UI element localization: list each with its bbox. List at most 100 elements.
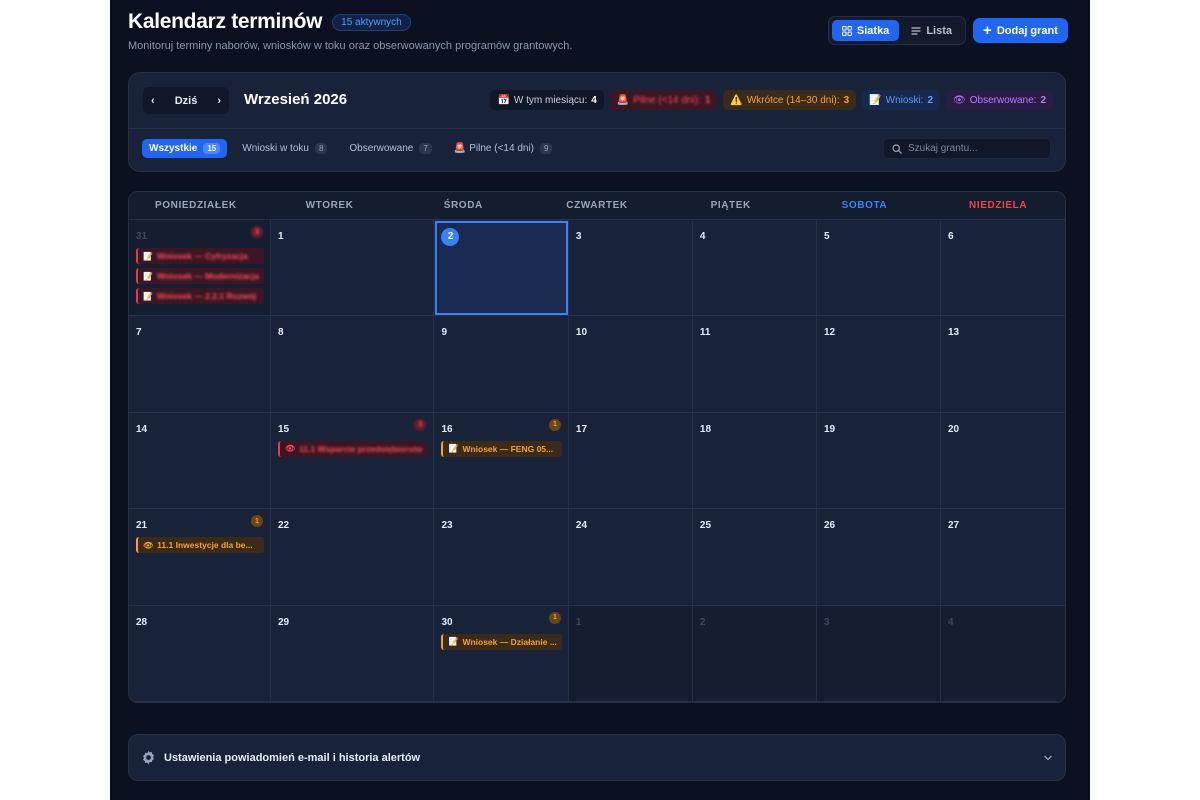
day-number: 12 (823, 327, 836, 339)
calendar-day-cell[interactable]: 15 1 👁 11.1 Wsparcie przedsiębiorstw (271, 412, 435, 510)
calendar-day-cell[interactable]: 1 (271, 220, 435, 317)
event-title: Wniosek — Modernizacja (156, 271, 259, 281)
stat-urgent: 🚨 Pilne (<14 dni): 1 (609, 90, 718, 110)
filter-urgent[interactable]: 🚨 Pilne (<14 dni) 9 (447, 139, 560, 158)
day-number: 18 (699, 423, 712, 435)
view-list-button[interactable]: Lista (901, 20, 962, 41)
calendar-day-cell[interactable]: 6 (940, 220, 1065, 317)
chevron-left-icon[interactable]: ‹ (151, 95, 155, 107)
day-number: 30 (441, 616, 453, 628)
calendar-day-cell[interactable]: 14 (129, 412, 271, 510)
calendar-day-cell[interactable]: 25 (692, 509, 817, 606)
calendar-day-cell[interactable]: 24 (568, 509, 693, 606)
day-number: 21 (136, 520, 148, 532)
day-number: 24 (575, 520, 588, 532)
day-number: 16 (441, 423, 453, 435)
calendar-icon: 📅 (497, 94, 510, 106)
calendar-event[interactable]: 📝 Wniosek — FENG 05... (441, 440, 562, 457)
chevron-right-icon[interactable]: › (217, 95, 221, 107)
filter-count: 15 (203, 143, 221, 154)
day-number: 17 (575, 423, 588, 435)
calendar-day-cell[interactable]: 28 (129, 605, 271, 702)
stat-this-month: 📅 W tym miesiącu: 4 (490, 90, 604, 110)
day-number: 1 (278, 231, 284, 242)
siren-icon: 🚨 (453, 143, 467, 154)
calendar-event[interactable]: 📝 Wniosek — 2.2.1 Rozwój (136, 288, 264, 304)
today-button[interactable]: Dziś (175, 95, 198, 107)
calendar-day-cell[interactable]: 18 (692, 412, 817, 510)
calendar-day-cell[interactable]: 4 (692, 220, 817, 317)
calendar-day-cell[interactable]: 13 (940, 316, 1065, 413)
event-count-badge: 1 (548, 611, 561, 624)
calendar-day-cell[interactable]: 1 (568, 605, 693, 702)
memo-icon: 📝 (448, 637, 459, 647)
calendar-day-cell[interactable]: 21 1 👁 11.1 Inwestycje dla be... (129, 509, 271, 606)
filter-count: 9 (540, 143, 553, 154)
page-header: Kalendarz terminów 15 aktywnych Monitoru… (128, 10, 1068, 58)
calendar-day-cell[interactable]: 3 (816, 605, 941, 702)
calendar-day-cell[interactable]: 4 (940, 605, 1065, 702)
search-input[interactable] (908, 143, 1038, 154)
day-number: 15 (278, 423, 290, 435)
calendar-event[interactable]: 📝 Wniosek — Modernizacja (136, 268, 264, 284)
filter-chips: Wszystkie 15 Wnioski w toku 8 Obserwowan… (142, 139, 559, 158)
calendar-day-cell[interactable]: 27 (940, 509, 1065, 606)
eye-icon: 👁 (143, 540, 154, 550)
add-grant-label: Dodaj grant (996, 24, 1058, 37)
event-count-badge: 1 (251, 515, 263, 528)
settings-label: Ustawienia powiadomień e-mail i historia… (164, 751, 421, 764)
calendar-day-cell[interactable]: 11 (692, 316, 817, 413)
event-count-badge: 3 (251, 226, 263, 238)
calendar-day-cell[interactable]: 22 (271, 509, 435, 606)
day-number: 1 (575, 616, 582, 628)
calendar-event[interactable]: 👁 11.1 Inwestycje dla be... (136, 537, 264, 554)
day-number: 27 (947, 520, 960, 532)
view-grid-button[interactable]: Siatka (831, 20, 900, 41)
day-number: 2 (699, 616, 706, 628)
weekday-wed: ŚRODA (443, 200, 483, 211)
day-events: 📝 Wniosek — Cyfryzacja 📝 Wniosek — Moderniz… (136, 248, 264, 304)
calendar-day-cell[interactable]: 20 (940, 413, 1065, 510)
memo-icon: 📝 (448, 444, 459, 454)
calendar-day-cell[interactable]: 26 (816, 509, 941, 606)
calendar-day-cell[interactable]: 31 3 📝 Wniosek — Cyfryzacja 📝 Wniosek — Moder… (129, 220, 271, 317)
calendar-day-cell[interactable]: 9 (434, 316, 569, 413)
day-number: 5 (823, 231, 830, 242)
month-navigation: ‹ Dziś › (143, 87, 229, 114)
calendar-day-cell[interactable]: 8 (271, 316, 435, 413)
grid-icon (841, 25, 852, 36)
eye-icon: 👁 (285, 444, 296, 454)
view-grid-label: Siatka (856, 24, 890, 37)
filter-applications[interactable]: Wnioski w toku 8 (235, 139, 334, 158)
calendar-day-cell[interactable]: 3 (568, 220, 693, 317)
calendar-day-cell[interactable]: 7 (129, 316, 271, 413)
stat-soon: ⚠️ Wkrótce (14–30 dni): 3 (723, 90, 857, 110)
calendar-event[interactable]: 📝 Wniosek — Cyfryzacja (136, 248, 264, 264)
day-number: 13 (947, 327, 960, 339)
notification-settings-panel[interactable]: Ustawienia powiadomień e-mail i historia… (128, 734, 1066, 781)
calendar-day-cell[interactable]: 2 (692, 605, 817, 702)
weekday-mon: PONIEDZIAŁEK (155, 200, 237, 211)
calendar-day-cell[interactable]: 30 1 📝 Wniosek — Działanie ... (434, 605, 569, 702)
calendar-day-cell[interactable]: 29 (271, 605, 435, 702)
calendar-day-cell[interactable]: 19 (816, 412, 941, 510)
day-number: 10 (575, 327, 588, 339)
calendar-day-cell[interactable]: 10 (568, 316, 693, 413)
event-title: 11.1 Wsparcie przedsiębiorstw (299, 443, 423, 454)
filter-observed[interactable]: Obserwowane 7 (342, 139, 438, 158)
day-number: 8 (278, 327, 284, 339)
add-grant-button[interactable]: + Dodaj grant (973, 18, 1068, 43)
calendar-event[interactable]: 📝 Wniosek — Działanie ... (441, 633, 562, 650)
calendar-event[interactable]: 👁 11.1 Wsparcie przedsiębiorstw (278, 440, 428, 457)
filter-all[interactable]: Wszystkie 15 (142, 139, 228, 158)
calendar-day-cell[interactable]: 23 (434, 509, 569, 606)
day-number: 28 (136, 616, 148, 628)
day-number: 26 (823, 520, 836, 532)
page-title: Kalendarz terminów (128, 10, 323, 33)
calendar-day-cell[interactable]: 5 (816, 220, 941, 317)
calendar-day-cell[interactable]: 17 (568, 412, 693, 510)
calendar-day-cell[interactable]: 16 1 📝 Wniosek — FENG 05... (434, 412, 569, 510)
calendar-day-cell[interactable]: 12 (816, 316, 941, 413)
calendar-day-cell[interactable]: 2 (434, 220, 569, 317)
day-number: 22 (278, 520, 290, 532)
